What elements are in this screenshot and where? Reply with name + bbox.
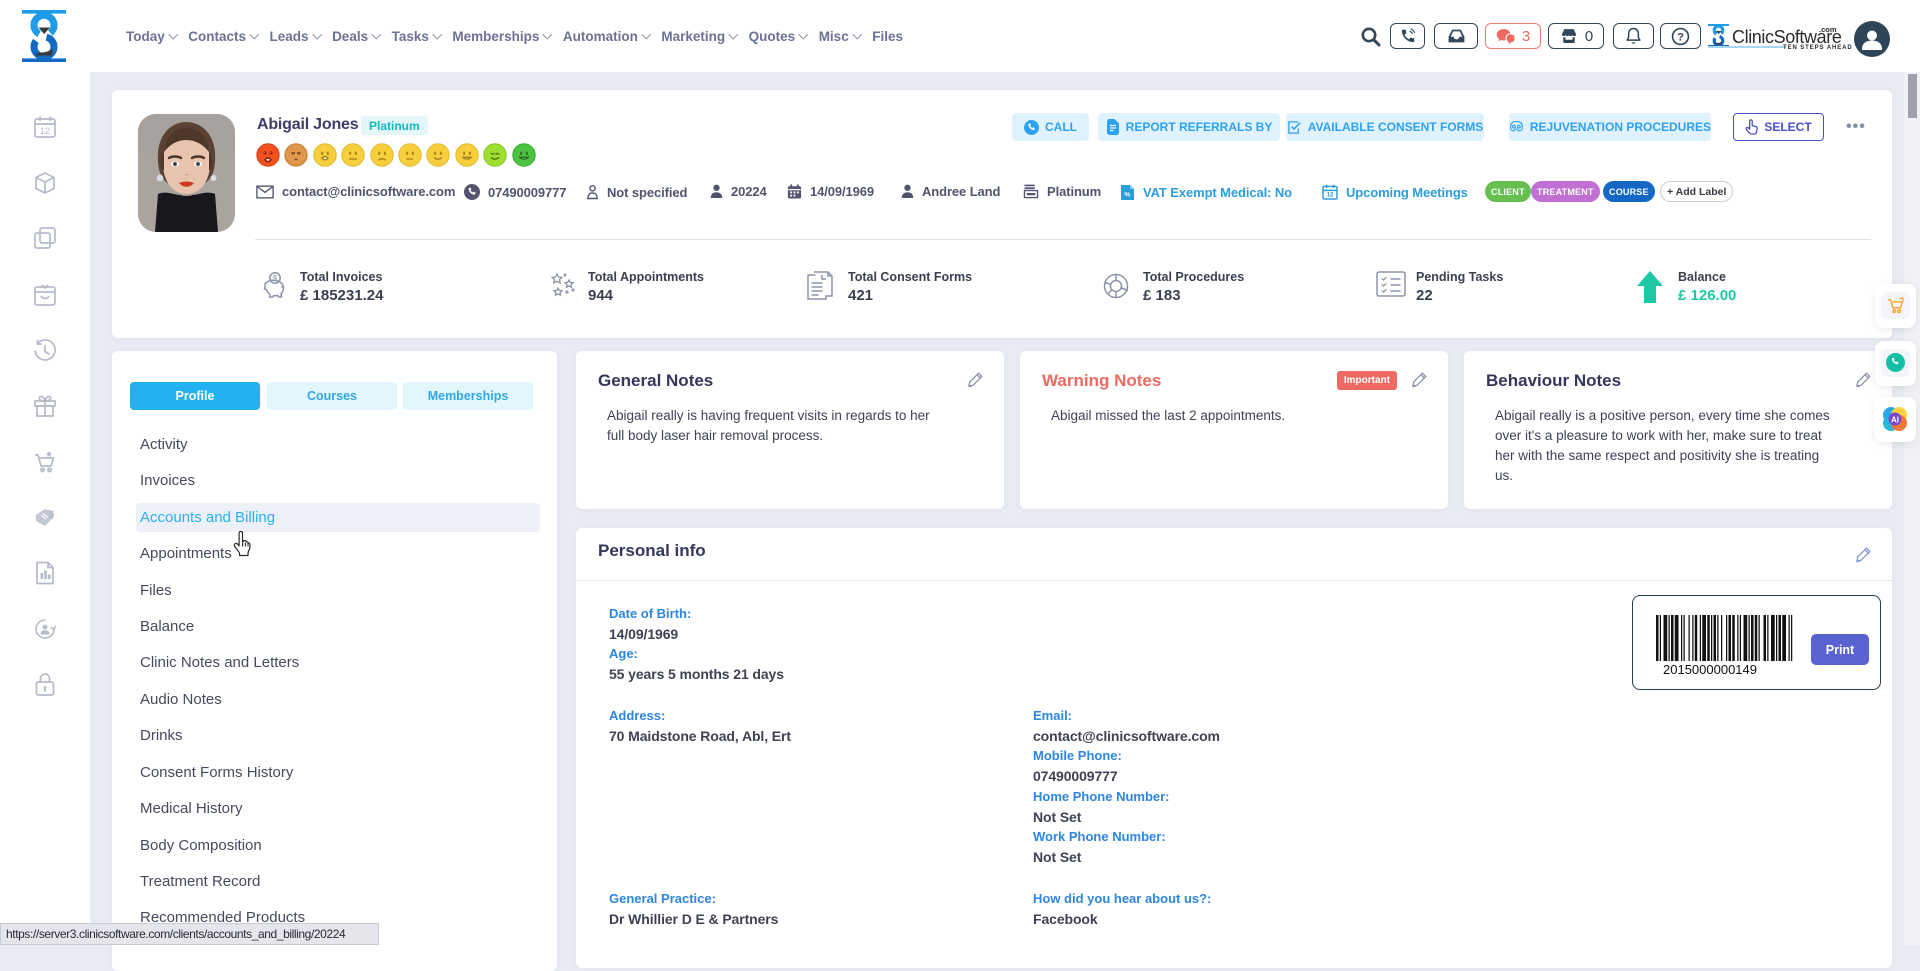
svg-text:?: ? <box>1677 31 1684 43</box>
svg-text:$: $ <box>273 274 278 283</box>
svg-text:12: 12 <box>40 126 50 136</box>
svg-text:12: 12 <box>1327 193 1334 199</box>
svg-text:AI: AI <box>1891 416 1899 425</box>
svg-text:%: % <box>1124 192 1130 199</box>
